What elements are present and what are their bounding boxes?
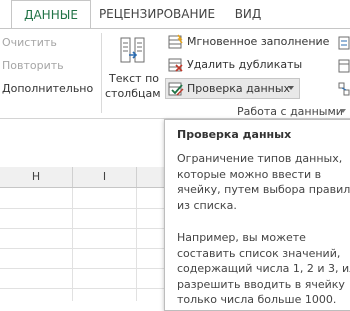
grid-line bbox=[0, 208, 164, 209]
grid-line bbox=[0, 268, 164, 269]
text-to-columns-label-2: столбцам bbox=[105, 87, 161, 100]
advanced-button[interactable]: Дополнительно bbox=[2, 82, 93, 95]
ribbon-tab-bar: ДАННЫЕ РЕЦЕНЗИРОВАНИЕ ВИД bbox=[0, 0, 350, 30]
relationships-icon[interactable] bbox=[338, 81, 350, 100]
tooltip-line: из списка. bbox=[177, 198, 237, 212]
what-if-analysis-icon[interactable] bbox=[338, 58, 350, 77]
grid-line bbox=[0, 288, 164, 289]
flash-fill-icon bbox=[168, 34, 184, 54]
column-header-i[interactable]: I bbox=[73, 167, 137, 187]
tooltip-paragraph-1: Ограничение типов данных, которые можно … bbox=[177, 151, 350, 213]
ribbon-panel: Очистить Повторить Дополнительно Текст п… bbox=[0, 28, 350, 120]
grid-line bbox=[0, 228, 164, 229]
data-validation-label: Проверка данных bbox=[187, 82, 291, 95]
column-header-h[interactable]: H bbox=[0, 167, 73, 187]
tooltip-line: ячейку, путем выбора правил bbox=[177, 183, 350, 196]
data-validation-icon bbox=[168, 81, 184, 101]
remove-duplicates-icon bbox=[168, 57, 184, 77]
text-to-columns-button[interactable]: Текст по столбцам bbox=[105, 31, 161, 105]
text-to-columns-icon bbox=[119, 35, 147, 65]
data-validation-button[interactable]: Проверка данных bbox=[165, 78, 300, 99]
data-validation-dropdown-icon[interactable] bbox=[288, 86, 294, 90]
clear-button[interactable]: Очистить bbox=[2, 36, 57, 49]
tab-view[interactable]: ВИД bbox=[226, 0, 270, 28]
tooltip-line: Ограничение типов данных, bbox=[177, 152, 343, 165]
tab-data[interactable]: ДАННЫЕ bbox=[11, 0, 91, 30]
remove-duplicates-button[interactable]: Удалить дубликаты bbox=[165, 55, 315, 75]
tooltip-line: составить список значений, bbox=[177, 246, 341, 260]
grid-line bbox=[0, 248, 164, 249]
consolidate-icon[interactable] bbox=[338, 35, 350, 54]
tooltip-paragraph-2: Например, вы можете составить список зна… bbox=[177, 230, 350, 308]
tooltip-line: Например, вы можете bbox=[177, 231, 306, 244]
group-separator bbox=[101, 33, 102, 113]
remove-duplicates-label: Удалить дубликаты bbox=[187, 58, 303, 71]
tooltip-line: только числа больше 1000. bbox=[177, 293, 337, 306]
data-validation-tooltip: Проверка данных Ограничение типов данных… bbox=[164, 119, 350, 311]
text-to-columns-label-1: Текст по bbox=[109, 72, 160, 85]
tooltip-line: разрешить вводить в ячейку bbox=[177, 277, 345, 291]
flash-fill-button[interactable]: Мгновенное заполнение bbox=[165, 32, 350, 52]
data-tools-group-label: Работа с данными bbox=[237, 105, 343, 118]
grid-line bbox=[72, 188, 73, 301]
tooltip-line: которые можно ввести в bbox=[177, 167, 322, 181]
reapply-button[interactable]: Повторить bbox=[2, 59, 64, 72]
tab-review[interactable]: РЕЦЕНЗИРОВАНИЕ bbox=[96, 0, 218, 28]
flash-fill-label: Мгновенное заполнение bbox=[187, 35, 330, 48]
tooltip-line: содержащий числа 1, 2 и 3, или bbox=[177, 262, 350, 275]
column-header-row: H I bbox=[0, 167, 164, 188]
tooltip-title: Проверка данных bbox=[177, 128, 292, 141]
grid-line bbox=[136, 188, 137, 301]
scroll-down-icon[interactable] bbox=[340, 109, 346, 113]
